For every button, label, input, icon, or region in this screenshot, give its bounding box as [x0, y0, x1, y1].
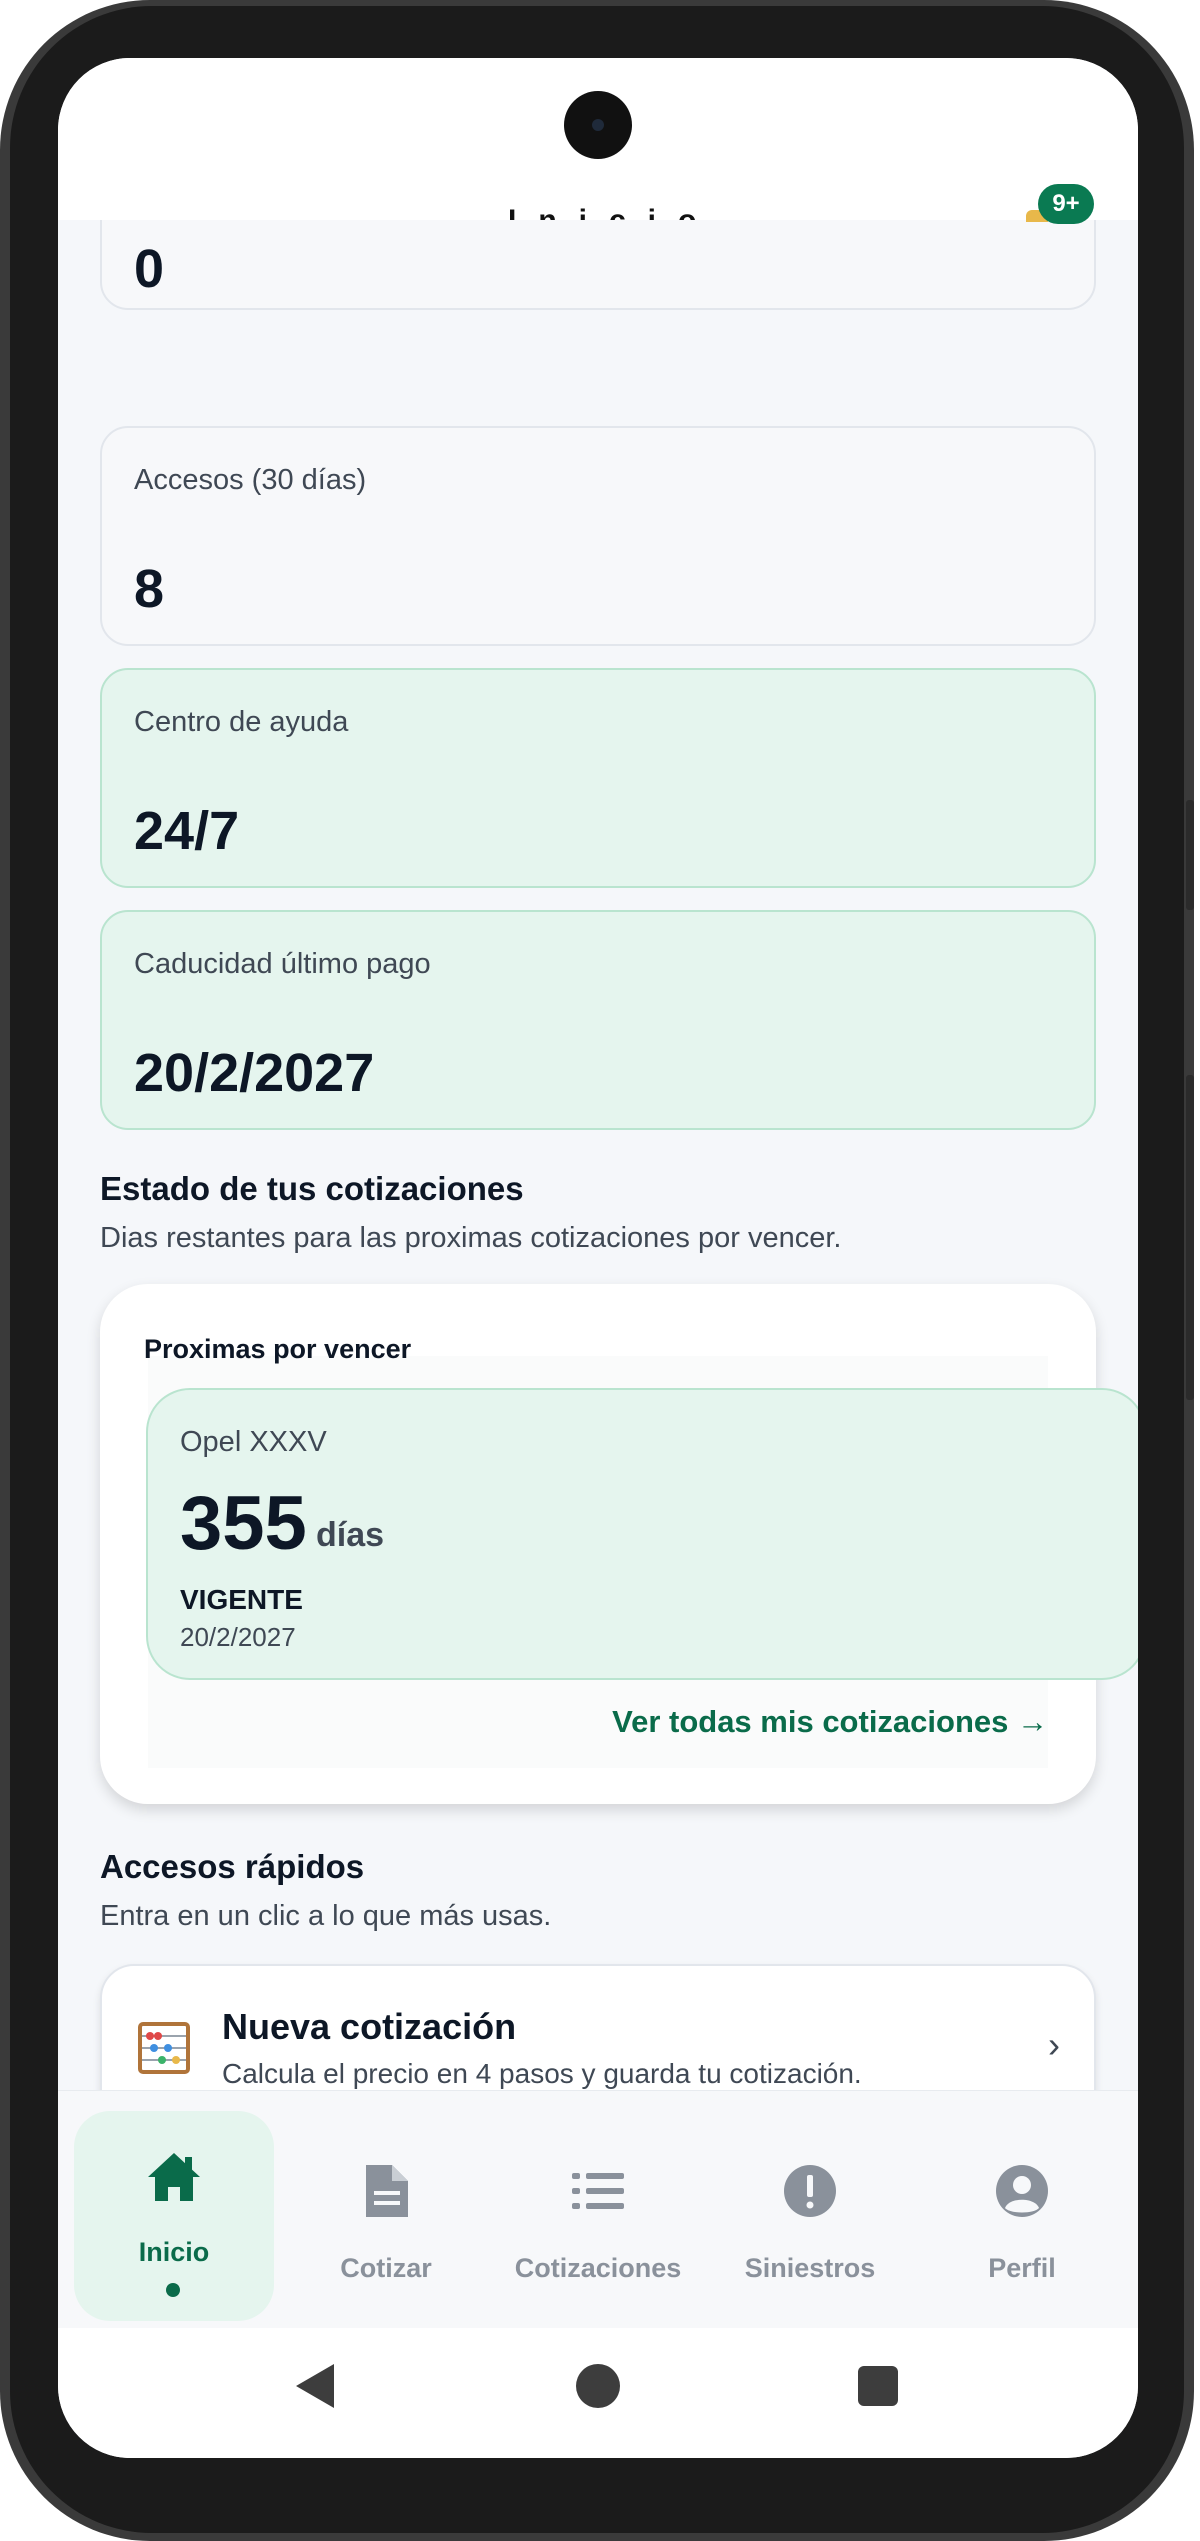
stat-card-accesses: Accesos (30 días) 8 — [100, 426, 1096, 646]
stat-value: 24/7 — [134, 801, 240, 861]
stat-card-help-center[interactable]: Centro de ayuda 24/7 — [100, 668, 1096, 888]
quotes-status-card: Proximas por vencer Opel XXXV 355 días V… — [100, 1284, 1138, 1804]
front-camera — [564, 91, 632, 159]
volume-button — [1186, 800, 1194, 910]
nav-label: Cotizaciones — [514, 2253, 682, 2283]
quote-days-remaining: 355 — [180, 1481, 307, 1566]
nav-item-perfil[interactable]: Perfil — [922, 2111, 1122, 2321]
notification-badge[interactable]: 9+ — [1038, 184, 1094, 224]
abacus-icon — [138, 2022, 190, 2074]
section-title-quick-access: Accesos rápidos — [100, 1848, 365, 1885]
page-title: Inicio — [508, 206, 718, 220]
nav-item-cotizaciones[interactable]: Cotizaciones — [498, 2111, 698, 2321]
nav-label: Cotizar — [340, 2253, 432, 2283]
bottom-navigation: Inicio Cotizar Cotizaciones Siniestros P… — [58, 2090, 1138, 2329]
stat-label: Centro de ayuda — [134, 706, 349, 738]
quick-access-subtitle: Calcula el precio en 4 pasos y guarda tu… — [222, 2058, 862, 2089]
system-navigation-bar — [58, 2328, 1138, 2458]
quote-date: 20/2/2027 — [180, 1622, 296, 1652]
quote-vehicle-name: Opel XXXV — [180, 1426, 327, 1458]
home-button-icon[interactable] — [576, 2364, 620, 2408]
quote-days-unit: días — [316, 1516, 385, 1554]
quotes-heading: Proximas por vencer — [144, 1334, 412, 1364]
chevron-right-icon: › — [1048, 2024, 1060, 2065]
back-icon[interactable] — [296, 2364, 334, 2408]
list-icon — [572, 2173, 624, 2209]
power-button — [1186, 1075, 1194, 1400]
section-subtitle-quotes: Dias restantes para las proximas cotizac… — [100, 1222, 842, 1254]
stat-card-last-payment: Caducidad último pago 20/2/2027 — [100, 910, 1096, 1130]
stat-value: 8 — [134, 559, 165, 619]
nav-item-siniestros[interactable]: Siniestros — [710, 2111, 910, 2321]
home-icon — [148, 2153, 200, 2201]
nav-label: Perfil — [988, 2253, 1056, 2283]
stat-label: Accesos (30 días) — [134, 464, 367, 496]
active-indicator-dot — [166, 2283, 180, 2297]
alert-icon — [784, 2165, 836, 2217]
document-icon — [366, 2165, 408, 2217]
stat-value: 0 — [134, 239, 165, 299]
nav-item-cotizar[interactable]: Cotizar — [286, 2111, 486, 2321]
quick-access-title: Nueva cotización — [222, 2006, 517, 2047]
nav-item-inicio[interactable]: Inicio — [74, 2111, 274, 2321]
section-title-quotes: Estado de tus cotizaciones — [100, 1170, 524, 1207]
quote-item[interactable]: Opel XXXV 355 días VIGENTE 20/2/2027 — [146, 1388, 1138, 1680]
stat-value: 20/2/2027 — [134, 1043, 375, 1103]
stat-label: Caducidad último pago — [134, 948, 431, 980]
nav-label: Siniestros — [744, 2253, 876, 2283]
nav-label: Inicio — [138, 2237, 210, 2267]
profile-icon — [996, 2165, 1048, 2217]
quote-status: VIGENTE — [180, 1584, 303, 1615]
section-subtitle-quick-access: Entra en un clic a lo que más usas. — [100, 1900, 552, 1932]
view-all-quotes-link[interactable]: Ver todas mis cotizaciones → — [612, 1704, 1048, 1740]
recent-apps-icon[interactable] — [858, 2366, 898, 2406]
phone-frame: Inicio 9+ 0 Accesos (30 días) 8 Centro d… — [0, 0, 1194, 2541]
screen: Inicio 9+ 0 Accesos (30 días) 8 Centro d… — [58, 58, 1138, 2458]
